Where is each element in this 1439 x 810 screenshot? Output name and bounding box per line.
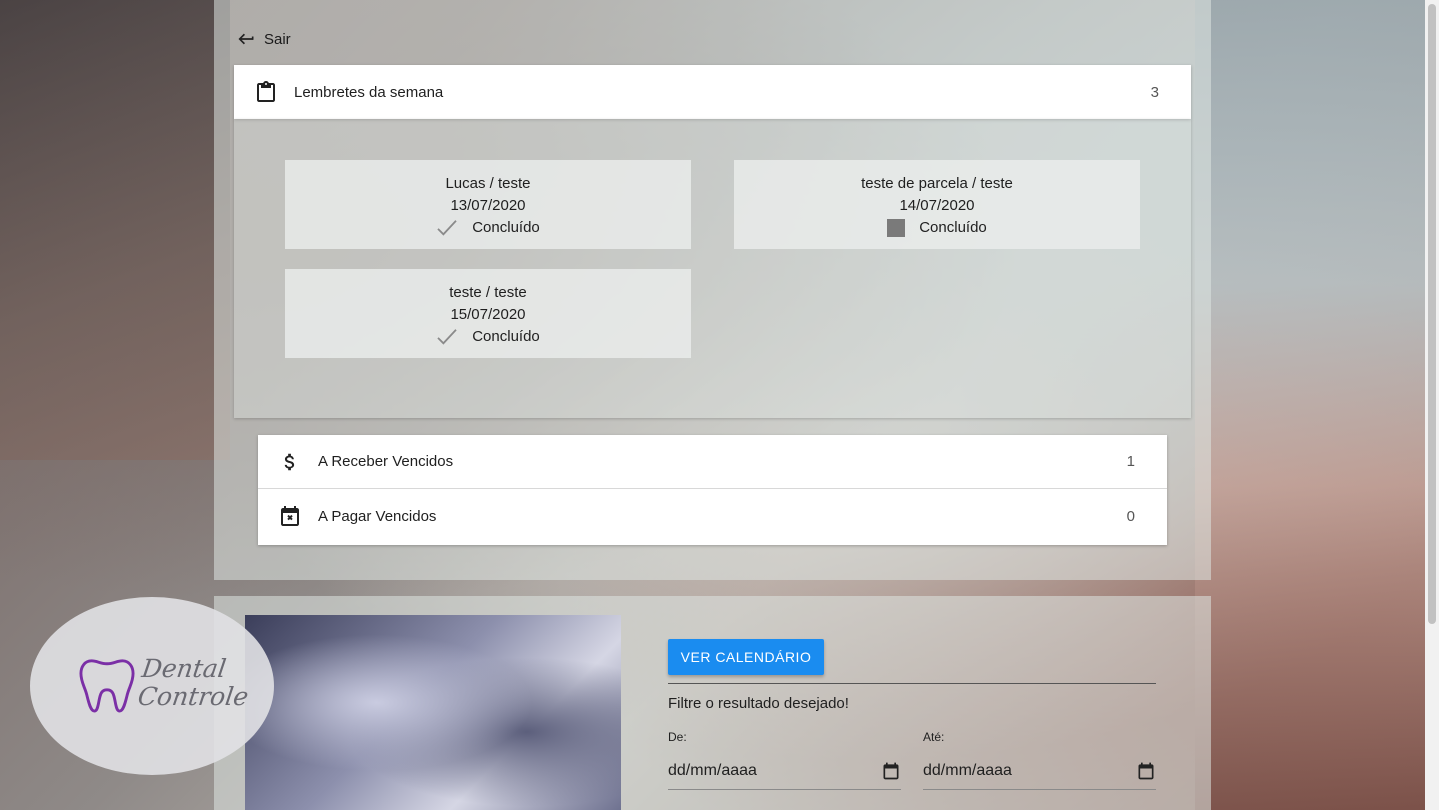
receivable-overdue-count: 1 [1126, 453, 1135, 470]
page-scrollbar[interactable] [1425, 0, 1439, 810]
reminder-status: Concluído [919, 219, 987, 236]
reminder-card[interactable]: Lucas / teste 13/07/2020 Concluído [285, 160, 691, 249]
reminder-date: 13/07/2020 [450, 197, 526, 214]
payable-overdue-item[interactable]: A Pagar Vencidos 0 [258, 489, 1167, 543]
back-label: Sair [264, 30, 291, 48]
receivable-overdue-label: A Receber Vencidos [318, 453, 454, 470]
from-date-input[interactable]: dd/mm/aaaa [668, 752, 901, 790]
payable-overdue-label: A Pagar Vencidos [318, 507, 437, 525]
reminder-status: Concluído [472, 219, 540, 236]
background-photo-right [1195, 0, 1425, 810]
reminder-date: 14/07/2020 [899, 197, 975, 214]
to-date-input[interactable]: dd/mm/aaaa [923, 752, 1156, 790]
reminder-card[interactable]: teste / teste 15/07/2020 Concluído [285, 269, 691, 358]
overdue-list: A Receber Vencidos 1 A Pagar Vencidos 0 [258, 435, 1167, 545]
checkbox-unchecked-icon[interactable] [887, 219, 906, 237]
filter-hint: Filtre o resultado desejado! [668, 695, 849, 712]
tooth-logo-icon [79, 659, 135, 713]
reminder-date: 15/07/2020 [450, 306, 526, 323]
calculator-photo [245, 615, 621, 810]
reminders-header[interactable]: Lembretes da semana 3 [234, 65, 1191, 119]
back-link[interactable]: Sair [236, 28, 291, 50]
logo-text: Dental Controle [136, 654, 251, 711]
arrow-back-icon [238, 33, 254, 45]
clipboard-icon [254, 80, 278, 104]
to-date-placeholder: dd/mm/aaaa [923, 761, 1012, 779]
reminder-title: teste de parcela / teste [861, 175, 1013, 192]
reminder-status: Concluído [472, 328, 540, 345]
calendar-remove-icon [278, 504, 302, 528]
reminders-title: Lembretes da semana [294, 83, 444, 101]
logo-text-line2: Controle [136, 682, 251, 711]
calendar-icon[interactable] [1136, 761, 1156, 781]
calendar-icon[interactable] [881, 761, 901, 781]
reminder-title: Lucas / teste [445, 175, 531, 192]
background-photo-left [0, 0, 230, 460]
from-date-label: De: [668, 730, 687, 744]
check-icon[interactable] [436, 328, 458, 346]
view-calendar-button[interactable]: VER CALENDÁRIO [668, 639, 824, 675]
logo-text-line1: Dental [140, 654, 228, 683]
payable-overdue-count: 0 [1126, 507, 1135, 525]
receivable-overdue-item[interactable]: A Receber Vencidos 1 [258, 435, 1167, 489]
reminder-card[interactable]: teste de parcela / teste 14/07/2020 Conc… [734, 160, 1140, 249]
filter-divider [668, 683, 1156, 684]
scrollbar-thumb[interactable] [1428, 4, 1436, 624]
reminder-title: teste / teste [449, 284, 527, 301]
dollar-icon [278, 450, 302, 474]
to-date-label: Até: [923, 730, 945, 744]
reminders-count: 3 [1150, 83, 1159, 101]
from-date-placeholder: dd/mm/aaaa [668, 761, 757, 779]
check-icon[interactable] [436, 219, 458, 237]
